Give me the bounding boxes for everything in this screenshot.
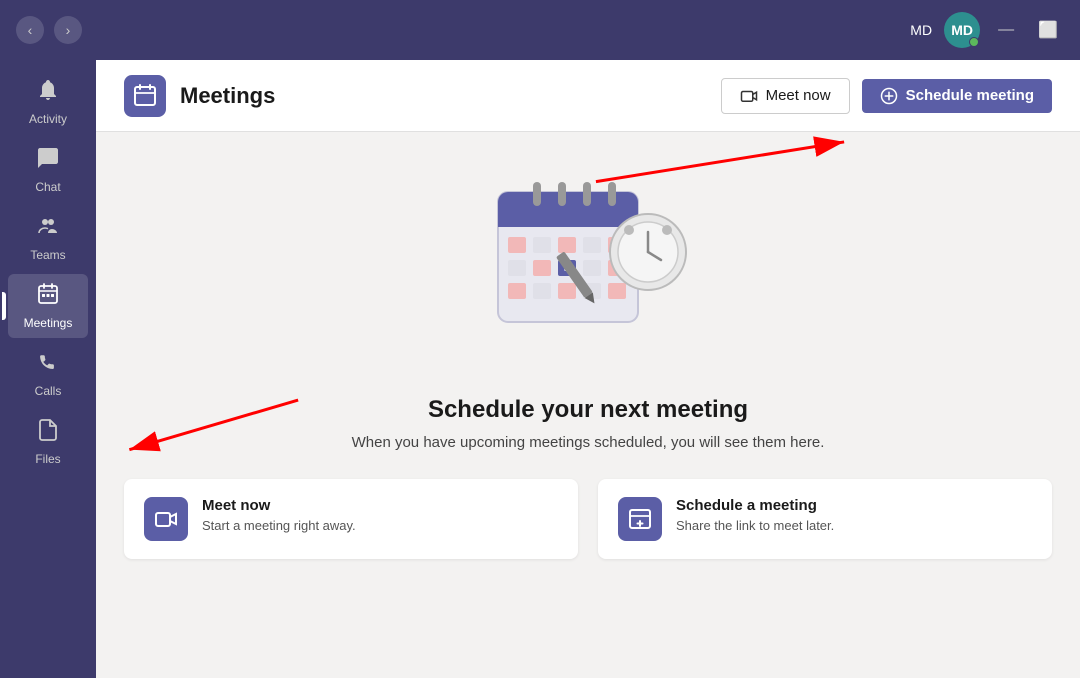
files-label: Files	[35, 452, 60, 466]
meet-now-card-title: Meet now	[202, 497, 356, 514]
schedule-icon	[880, 87, 898, 105]
meet-now-card: Meet now Start a meeting right away.	[124, 479, 578, 559]
meet-now-button[interactable]: Meet now	[721, 78, 850, 114]
nav-controls: ‹ ›	[16, 16, 82, 44]
sidebar-item-meetings[interactable]: Meetings	[8, 274, 88, 338]
sidebar-item-chat[interactable]: Chat	[8, 138, 88, 202]
schedule-card: Schedule a meeting Share the link to mee…	[598, 479, 1052, 559]
back-button[interactable]: ‹	[16, 16, 44, 44]
schedule-card-text: Schedule a meeting Share the link to mee…	[676, 497, 834, 533]
sidebar-item-calls[interactable]: Calls	[8, 342, 88, 406]
main-area: Meetings Meet now Schedule mee	[96, 60, 1080, 678]
chat-icon	[36, 146, 60, 176]
meet-now-card-text: Meet now Start a meeting right away.	[202, 497, 356, 533]
illustration: ✓	[478, 162, 698, 372]
activity-icon	[36, 78, 60, 108]
sidebar-item-teams[interactable]: Teams	[8, 206, 88, 270]
calls-icon	[36, 350, 60, 380]
chat-label: Chat	[35, 180, 60, 194]
meet-now-card-subtitle: Start a meeting right away.	[202, 518, 356, 533]
user-label: MD	[910, 22, 932, 38]
header-actions: Meet now Schedule meeting	[721, 78, 1052, 114]
activity-label: Activity	[29, 112, 67, 126]
files-icon	[36, 418, 60, 448]
schedule-card-icon	[618, 497, 662, 541]
sidebar: Activity Chat Teams	[0, 60, 96, 678]
empty-state-subtitle: When you have upcoming meetings schedule…	[352, 434, 825, 451]
meet-now-label: Meet now	[766, 87, 831, 104]
meetings-nav-icon	[36, 282, 60, 312]
online-badge	[969, 37, 979, 47]
video-icon	[740, 87, 758, 105]
minimize-button[interactable]: —	[992, 19, 1020, 41]
teams-icon	[36, 214, 60, 244]
schedule-meeting-button[interactable]: Schedule meeting	[862, 79, 1052, 113]
sidebar-item-files[interactable]: Files	[8, 410, 88, 474]
forward-button[interactable]: ›	[54, 16, 82, 44]
sidebar-item-activity[interactable]: Activity	[8, 70, 88, 134]
teams-label: Teams	[30, 248, 65, 262]
maximize-button[interactable]: ⬜	[1032, 18, 1064, 42]
user-controls: MD MD — ⬜	[910, 12, 1064, 48]
meetings-header-icon	[124, 75, 166, 117]
meet-now-card-icon	[144, 497, 188, 541]
schedule-card-subtitle: Share the link to meet later.	[676, 518, 834, 533]
empty-state-title: Schedule your next meeting	[428, 396, 748, 424]
calls-label: Calls	[35, 384, 62, 398]
main-header: Meetings Meet now Schedule mee	[96, 60, 1080, 132]
title-bar: ‹ › MD MD — ⬜	[0, 0, 1080, 60]
action-cards: Meet now Start a meeting right away.	[124, 479, 1052, 559]
app-body: Activity Chat Teams	[0, 60, 1080, 678]
schedule-card-title: Schedule a meeting	[676, 497, 834, 514]
page-title: Meetings	[180, 83, 275, 109]
meetings-label: Meetings	[24, 316, 73, 330]
avatar[interactable]: MD	[944, 12, 980, 48]
header-left: Meetings	[124, 75, 275, 117]
schedule-meeting-label: Schedule meeting	[906, 87, 1034, 104]
